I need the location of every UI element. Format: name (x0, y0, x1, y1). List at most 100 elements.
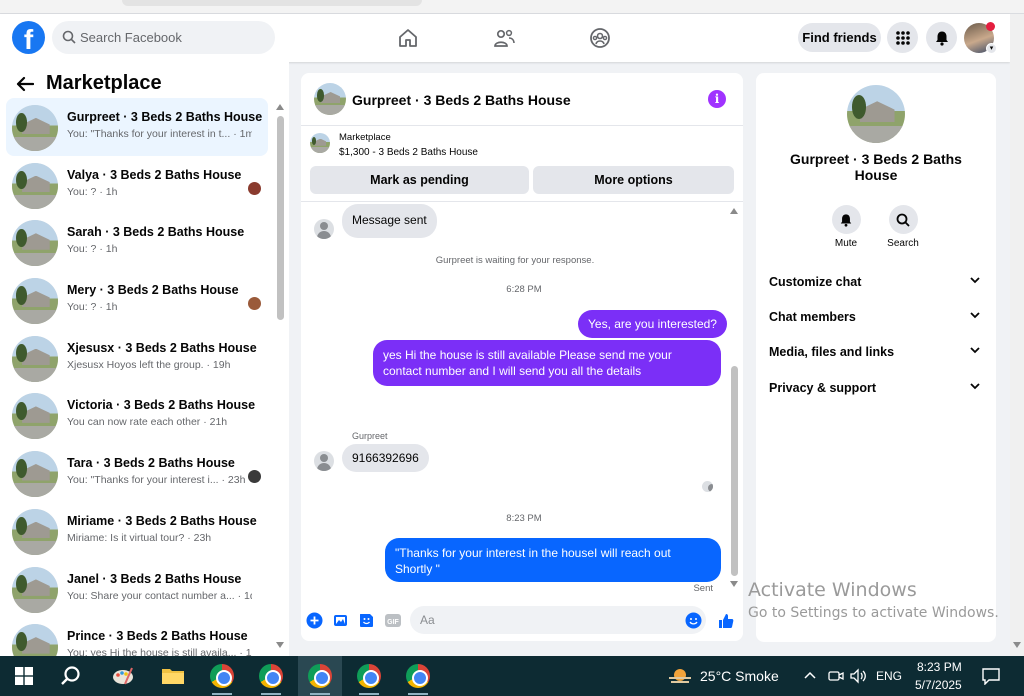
window-scrollbar[interactable] (1010, 14, 1024, 656)
meet-now-icon[interactable] (828, 668, 844, 684)
home-icon[interactable] (396, 26, 420, 50)
scroll-down-arrow-icon[interactable] (730, 581, 738, 587)
conversation-item[interactable]: Prince · 3 Beds 2 Baths House You: yes H… (6, 617, 268, 656)
scrollbar-thumb[interactable] (731, 366, 738, 576)
conversation-title: Valya · 3 Beds 2 Baths House (67, 167, 242, 182)
chrome-profile-1[interactable] (200, 656, 244, 696)
conversation-item[interactable]: Valya · 3 Beds 2 Baths House You: ? · 1h (6, 156, 268, 214)
emoji-icon[interactable] (685, 612, 702, 629)
conversation-item[interactable]: Sarah · 3 Beds 2 Baths House You: ? · 1h (6, 213, 268, 271)
notification-center-icon[interactable] (982, 667, 1000, 685)
details-title: Gurpreet · 3 Beds 2 Baths House (790, 151, 962, 183)
conversation-title: Tara · 3 Beds 2 Baths House (67, 456, 235, 471)
chrome-profile-5[interactable] (396, 656, 440, 696)
chrome-icon (259, 664, 283, 688)
chat-members-section[interactable]: Chat members (768, 306, 984, 330)
chat-header: Gurpreet · 3 Beds 2 Baths House i (301, 73, 743, 126)
listing-banner[interactable]: Marketplace $1,300 - 3 Beds 2 Baths Hous… (301, 127, 743, 161)
mark-as-pending-button[interactable]: Mark as pending (310, 166, 529, 194)
more-options-button[interactable]: More options (533, 166, 734, 194)
message-bubble-incoming[interactable]: 9166392696 (342, 444, 429, 472)
read-receipt-avatar (702, 481, 713, 492)
facebook-logo-icon[interactable]: f (12, 21, 45, 54)
section-label: Privacy & support (769, 381, 876, 395)
chevron-up-icon[interactable] (804, 671, 816, 679)
chevron-down-icon[interactable]: ▾ (986, 43, 997, 54)
search-input[interactable] (80, 21, 265, 54)
conversation-item[interactable]: Mery · 3 Beds 2 Baths House You: ? · 1h (6, 271, 268, 329)
address-bar[interactable] (122, 0, 422, 6)
marketplace-label: Marketplace (339, 132, 391, 143)
scroll-up-arrow-icon[interactable] (730, 208, 738, 214)
listing-thumbnail (12, 162, 58, 209)
clock-date[interactable]: 5/7/2025 (915, 678, 962, 692)
info-icon[interactable]: i (708, 90, 726, 108)
media-files-links-section[interactable]: Media, files and links (768, 341, 984, 365)
conversation-item[interactable]: Janel · 3 Beds 2 Baths House You: Share … (6, 560, 268, 618)
sticker-icon[interactable] (358, 612, 375, 629)
conversation-item[interactable]: Tara · 3 Beds 2 Baths House You: "Thanks… (6, 444, 268, 502)
chrome-profile-2[interactable] (249, 656, 293, 696)
chat-title[interactable]: Gurpreet · 3 Beds 2 Baths House (352, 92, 571, 108)
bell-icon (935, 31, 948, 46)
conversation-item[interactable]: Gurpreet · 3 Beds 2 Baths House You: "Th… (6, 98, 268, 156)
language-indicator[interactable]: ENG (876, 669, 902, 683)
listing-thumbnail (12, 220, 58, 267)
message-thread: Message sent Gurpreet is waiting for you… (301, 202, 743, 598)
clock-time[interactable]: 8:23 PM (917, 660, 962, 674)
start-button[interactable] (2, 656, 46, 696)
message-input[interactable] (410, 606, 706, 634)
search-label: Search (887, 238, 919, 249)
svg-text:GIF: GIF (387, 619, 399, 626)
file-explorer-app[interactable] (151, 656, 195, 696)
menu-button[interactable] (887, 22, 918, 53)
taskbar-search-button[interactable] (49, 656, 93, 696)
plus-circle-icon[interactable] (306, 612, 323, 629)
volume-icon[interactable] (849, 668, 867, 684)
scrollbar-thumb[interactable] (277, 116, 284, 320)
privacy-support-section[interactable]: Privacy & support (768, 377, 984, 401)
scroll-up-arrow-icon[interactable] (276, 104, 284, 110)
notification-dot (986, 22, 995, 31)
customize-chat-section[interactable]: Customize chat (768, 271, 984, 295)
conversation-title: Prince · 3 Beds 2 Baths House (67, 629, 248, 644)
conversation-item[interactable]: Xjesusx · 3 Beds 2 Baths House Xjesusx H… (6, 329, 268, 387)
listing-thumbnail (12, 393, 58, 440)
chat-listing-thumbnail[interactable] (314, 83, 346, 115)
paint-app[interactable] (101, 656, 145, 696)
conversation-preview: You: "Thanks for your interest in t... ·… (67, 128, 252, 140)
windows-taskbar: 25°C Smoke ENG 8:23 PM 5/7/2025 (0, 656, 1024, 696)
message-bubble-outgoing[interactable]: Yes, are you interested? (578, 310, 727, 338)
seen-avatar (248, 470, 261, 484)
message-bubble-outgoing[interactable]: yes Hi the house is still available Plea… (373, 340, 721, 386)
photo-icon[interactable] (332, 612, 349, 629)
inbox-scrollbar[interactable] (276, 102, 285, 652)
scroll-down-arrow-icon[interactable] (276, 642, 284, 648)
search-box[interactable] (52, 21, 275, 54)
groups-icon[interactable] (588, 26, 612, 50)
gif-icon[interactable]: GIF (384, 612, 402, 629)
scroll-down-arrow-icon[interactable] (1013, 642, 1021, 648)
friends-icon[interactable] (492, 26, 516, 50)
weather-haze-icon[interactable] (668, 666, 692, 686)
chat-details-panel: Gurpreet · 3 Beds 2 Baths House Mute Sea… (756, 73, 996, 642)
thumbs-up-icon[interactable] (717, 612, 735, 630)
mute-button[interactable]: Mute (816, 205, 876, 249)
back-arrow-icon[interactable] (16, 76, 34, 92)
chat-scrollbar[interactable] (730, 208, 739, 588)
message-bubble-outgoing[interactable]: "Thanks for your interest in the houseI … (385, 538, 721, 582)
chrome-profile-3[interactable] (298, 656, 342, 696)
listing-thumbnail[interactable] (847, 85, 905, 143)
weather-text[interactable]: 25°C Smoke (700, 668, 779, 684)
conversation-item[interactable]: Miriame · 3 Beds 2 Baths House Miriame: … (6, 502, 268, 560)
notifications-button[interactable] (926, 22, 957, 53)
conversation-item[interactable]: Victoria · 3 Beds 2 Baths House You can … (6, 386, 268, 444)
conversation-preview: Xjesusx Hoyos left the group. · 19h (67, 358, 231, 371)
listing-thumbnail (310, 133, 330, 153)
chrome-profile-4[interactable] (347, 656, 391, 696)
search-in-conversation-button[interactable]: Search (873, 205, 933, 249)
timestamp: 8:23 PM (506, 513, 542, 524)
listing-thumbnail (12, 335, 58, 382)
find-friends-button[interactable]: Find friends (798, 23, 881, 52)
message-bubble-incoming[interactable]: Message sent (342, 204, 437, 238)
